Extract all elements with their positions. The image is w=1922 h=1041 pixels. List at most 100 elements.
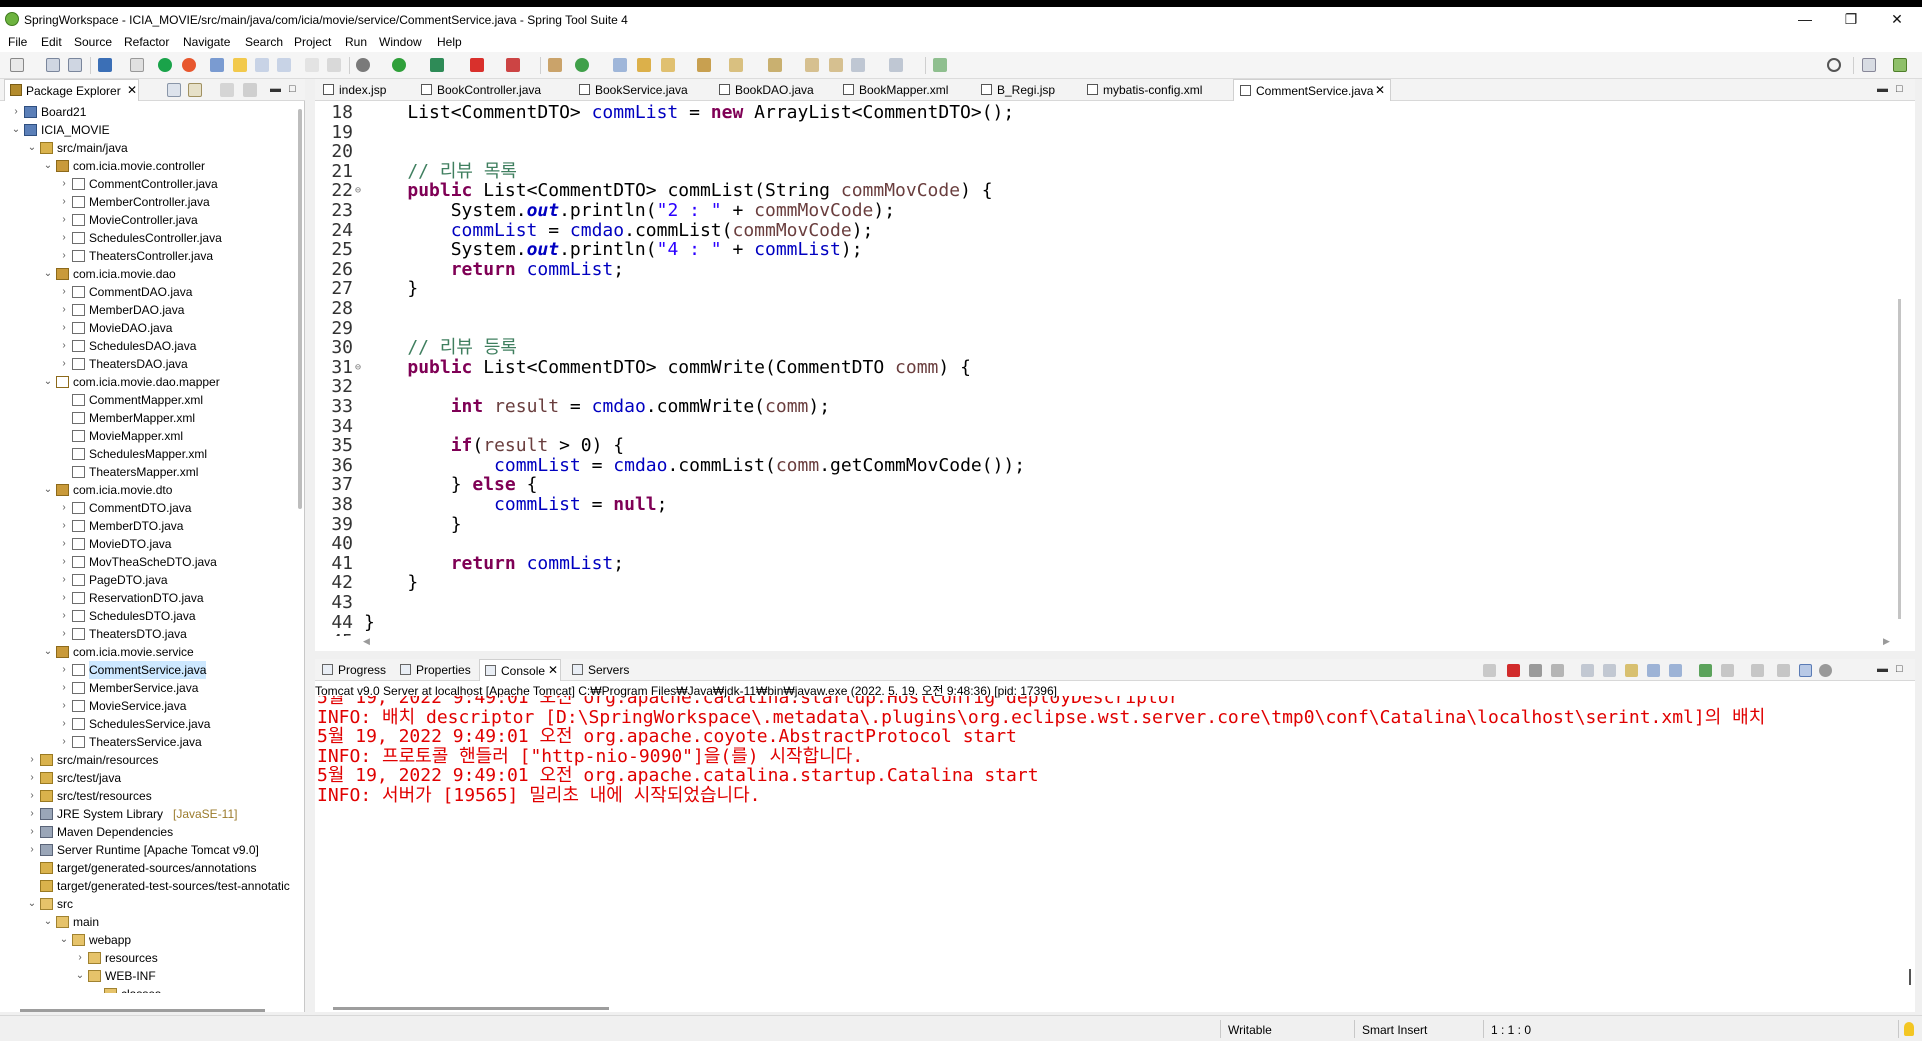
chevron-right-icon[interactable]: › xyxy=(58,715,70,733)
tab-bookdao-java[interactable]: BookDAO.java xyxy=(713,79,835,101)
link-console-icon[interactable] xyxy=(1799,664,1812,677)
search-task-icon[interactable] xyxy=(661,58,675,72)
tree-item[interactable]: › TheatersController.java xyxy=(58,247,292,265)
tree-item[interactable]: target/generated-sources/annotations xyxy=(26,859,292,877)
chevron-right-icon[interactable]: › xyxy=(26,787,38,805)
chevron-right-icon[interactable]: › xyxy=(10,103,22,121)
tree-item[interactable]: ⌄ com.icia.movie.dao.mapper xyxy=(42,373,292,391)
menu-help[interactable]: Help xyxy=(437,35,462,49)
terminate-icon[interactable] xyxy=(1507,664,1520,677)
tree-item[interactable]: TheatersMapper.xml xyxy=(58,463,292,481)
chevron-right-icon[interactable]: › xyxy=(58,679,70,697)
tab-bookmapper-xml[interactable]: BookMapper.xml xyxy=(837,79,973,101)
code-area[interactable]: 18 List<CommentDTO> commList = new Array… xyxy=(315,101,1897,636)
chevron-down-icon[interactable]: ⌄ xyxy=(10,121,22,139)
menu-project[interactable]: Project xyxy=(294,35,331,49)
open-console-icon[interactable] xyxy=(1751,664,1764,677)
tree-item[interactable]: › SchedulesService.java xyxy=(58,715,292,733)
show-stdout-icon[interactable] xyxy=(1647,664,1660,677)
chevron-down-icon[interactable]: ⌄ xyxy=(42,157,54,175)
link-with-editor-icon[interactable] xyxy=(188,83,202,97)
chevron-right-icon[interactable]: › xyxy=(58,319,70,337)
last-edit-icon[interactable] xyxy=(805,58,819,72)
chevron-right-icon[interactable]: › xyxy=(58,337,70,355)
scroll-right-icon[interactable]: ▶ xyxy=(1883,636,1890,647)
scroll-left-icon[interactable]: ◀ xyxy=(363,636,370,647)
tree-item[interactable]: › SchedulesController.java xyxy=(58,229,292,247)
chevron-right-icon[interactable]: › xyxy=(58,355,70,373)
tree-item[interactable]: › SchedulesDTO.java xyxy=(58,607,292,625)
menu-edit[interactable]: Edit xyxy=(41,35,62,49)
tab-b-regi-jsp[interactable]: B_Regi.jsp xyxy=(975,79,1079,101)
chevron-down-icon[interactable]: ⌄ xyxy=(74,967,86,985)
chevron-down-icon[interactable]: ⌄ xyxy=(42,913,54,931)
tree-item[interactable]: › MemberDAO.java xyxy=(58,301,292,319)
tree-item[interactable]: › MovieDAO.java xyxy=(58,319,292,337)
chevron-down-icon[interactable]: ⌄ xyxy=(42,373,54,391)
tab-index-jsp[interactable]: index.jsp xyxy=(317,79,413,101)
console-output[interactable]: 5월 19, 2022 9:49:01 오전 org.apache.catali… xyxy=(315,696,1905,876)
tree-item[interactable]: ⌄ WEB-INF xyxy=(74,967,292,985)
chevron-right-icon[interactable]: › xyxy=(58,733,70,751)
copy-icon[interactable] xyxy=(1777,664,1790,677)
maximize-console-icon[interactable]: □ xyxy=(1896,663,1903,675)
chevron-right-icon[interactable]: › xyxy=(58,589,70,607)
tree-item[interactable]: › JRE System Library [JavaSE-11] xyxy=(26,805,292,823)
tree-item[interactable]: › ReservationDTO.java xyxy=(58,589,292,607)
block-select-icon[interactable] xyxy=(255,58,269,72)
tree-item[interactable]: SchedulesMapper.xml xyxy=(58,445,292,463)
tree-item[interactable]: › MemberController.java xyxy=(58,193,292,211)
word-wrap-icon[interactable] xyxy=(1625,664,1638,677)
spring-boot-icon[interactable] xyxy=(158,58,172,72)
close-tab-icon[interactable]: ✕ xyxy=(548,663,558,677)
new-icon[interactable] xyxy=(10,58,24,72)
tree-item[interactable]: › Board21 xyxy=(10,103,292,121)
remove-launch-icon[interactable] xyxy=(1529,664,1542,677)
tree-item[interactable]: › MovieService.java xyxy=(58,697,292,715)
tree-item[interactable]: › PageDTO.java xyxy=(58,571,292,589)
chevron-down-icon[interactable]: ⌄ xyxy=(42,481,54,499)
stop-icon[interactable] xyxy=(470,58,484,72)
chevron-down-icon[interactable]: ⌄ xyxy=(42,265,54,283)
tab-properties[interactable]: Properties xyxy=(395,659,475,681)
tree-item[interactable]: › MemberService.java xyxy=(58,679,292,697)
tree-item[interactable]: › src/main/resources xyxy=(26,751,292,769)
filter-icon[interactable] xyxy=(220,83,234,97)
pin-icon[interactable] xyxy=(327,58,341,72)
menu-window[interactable]: Window xyxy=(379,35,422,49)
tab-console[interactable]: Console ✕ xyxy=(479,659,561,681)
tree-item[interactable]: classes xyxy=(90,985,292,993)
tab-servers[interactable]: Servers xyxy=(567,659,637,681)
chevron-right-icon[interactable]: › xyxy=(58,625,70,643)
skip-breakpoints-icon[interactable] xyxy=(130,58,144,72)
tree-item[interactable]: › resources xyxy=(74,949,292,967)
explorer-horizontal-scrollbar[interactable] xyxy=(20,1009,265,1012)
chevron-right-icon[interactable]: › xyxy=(26,769,38,787)
chevron-right-icon[interactable]: › xyxy=(58,229,70,247)
show-stderr-icon[interactable] xyxy=(1669,664,1682,677)
tree-item[interactable]: › TheatersDAO.java xyxy=(58,355,292,373)
chevron-right-icon[interactable]: › xyxy=(58,607,70,625)
chevron-down-icon[interactable]: ⌄ xyxy=(42,643,54,661)
menu-source[interactable]: Source xyxy=(74,35,112,49)
tree-item[interactable]: › Maven Dependencies xyxy=(26,823,292,841)
console-horizontal-scrollbar[interactable] xyxy=(333,1007,609,1010)
scroll-lock-icon[interactable] xyxy=(1603,664,1616,677)
chevron-right-icon[interactable]: › xyxy=(26,805,38,823)
minimize-button[interactable]: — xyxy=(1782,9,1828,29)
forward-icon[interactable] xyxy=(889,58,903,72)
tab-bookcontroller-java[interactable]: BookController.java xyxy=(415,79,571,101)
save-all-icon[interactable] xyxy=(68,58,82,72)
chevron-right-icon[interactable]: › xyxy=(74,949,86,967)
tree-item[interactable]: › TheatersService.java xyxy=(58,733,292,751)
highlight-icon[interactable] xyxy=(233,58,247,72)
minimize-editor-icon[interactable]: ▬ xyxy=(1877,83,1888,95)
display-console-icon[interactable] xyxy=(1721,664,1734,677)
tree-item[interactable]: ⌄ src/main/java xyxy=(26,139,292,157)
tree-item[interactable]: › CommentController.java xyxy=(58,175,292,193)
tree-item[interactable]: › MovieDTO.java xyxy=(58,535,292,553)
tree-item[interactable]: MemberMapper.xml xyxy=(58,409,292,427)
editor-scrollbar[interactable] xyxy=(1898,299,1901,619)
tree-item[interactable]: › src/test/resources xyxy=(26,787,292,805)
pin-console-icon[interactable] xyxy=(1699,664,1712,677)
